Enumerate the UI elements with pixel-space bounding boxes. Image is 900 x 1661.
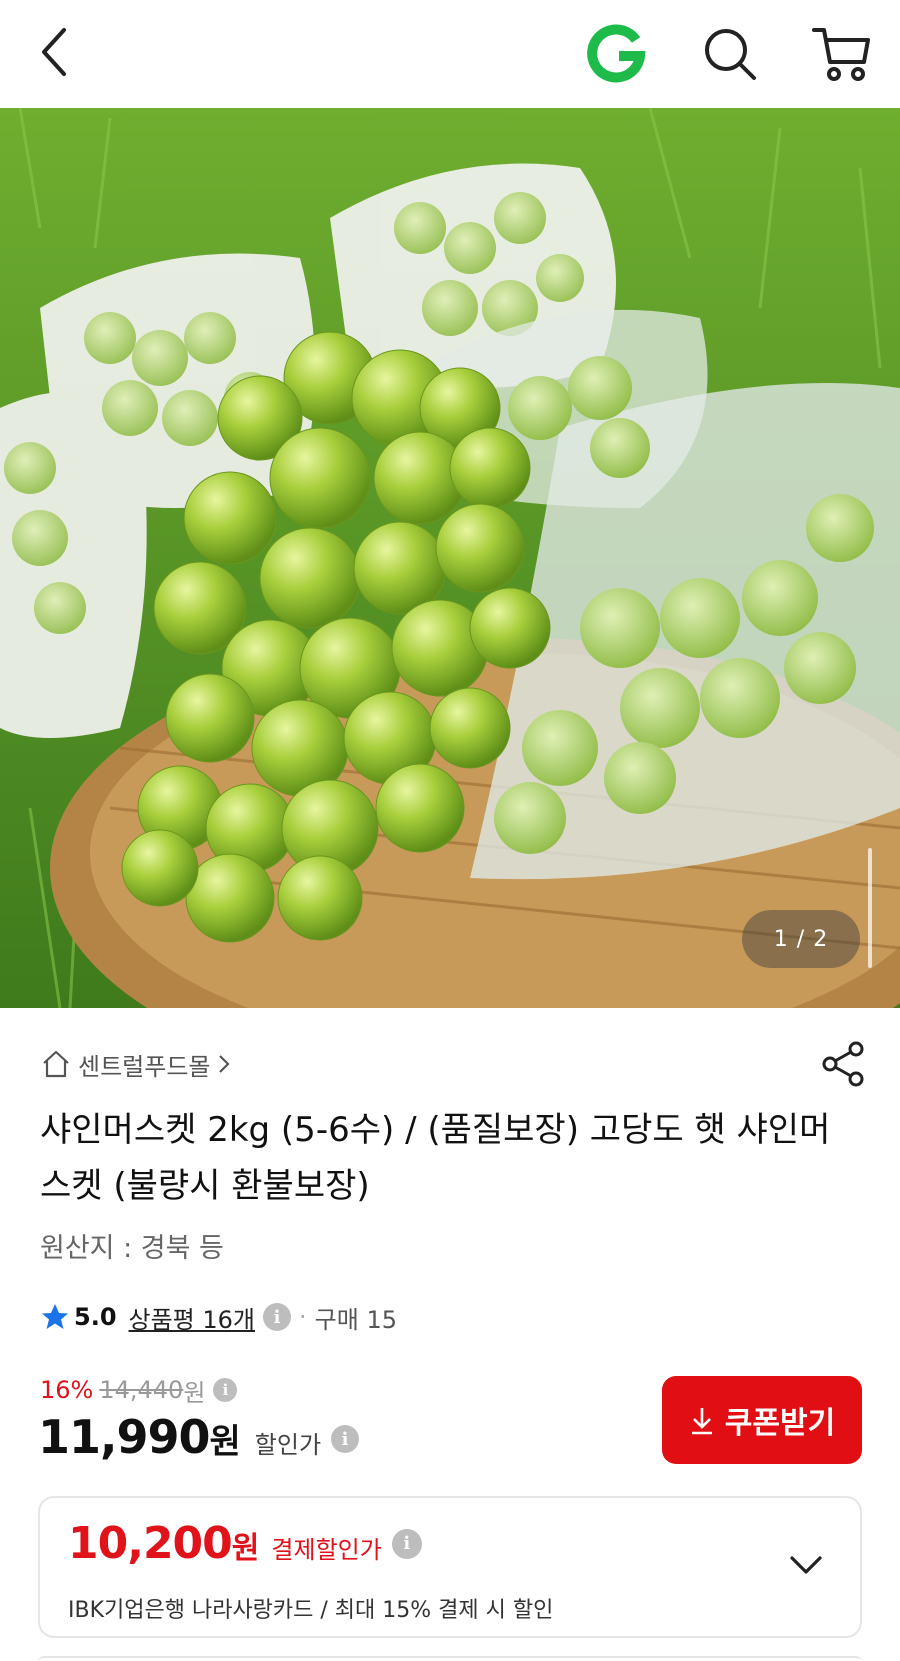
payment-discount-price: 10,200 원 결제할인가 i <box>68 1518 422 1569</box>
sale-price-unit: 원 <box>209 1422 241 1462</box>
discount-percent: 16% <box>40 1376 94 1404</box>
sale-price-label: 할인가 <box>254 1431 322 1459</box>
payment-discount-description: IBK기업은행 나라사랑카드 / 최대 15% 결제 시 할인 <box>68 1598 554 1623</box>
discount-row: 16% 14,440 원 i <box>40 1372 238 1408</box>
chevron-left-icon[interactable] <box>30 22 82 82</box>
cart-icon[interactable] <box>810 22 874 84</box>
chevron-right-icon <box>219 1055 231 1073</box>
info-icon[interactable]: i <box>263 1303 292 1331</box>
original-price-unit: 원 <box>183 1378 206 1407</box>
rating-score: 5.0 <box>74 1303 117 1331</box>
top-bar <box>0 0 900 108</box>
payment-discount-unit: 원 <box>231 1531 260 1566</box>
rating-row: 5.0 상품평 16개 i · 구매 15 <box>40 1297 397 1337</box>
search-icon[interactable] <box>700 24 760 84</box>
coupon-button-label: 쿠폰받기 <box>724 1407 836 1440</box>
store-link[interactable]: 센트럴푸드몰 <box>40 1044 232 1084</box>
payment-discount-box[interactable]: 10,200 원 결제할인가 i IBK기업은행 나라사랑카드 / 최대 15%… <box>38 1496 862 1638</box>
payment-discount-amount: 10,200 <box>68 1518 233 1569</box>
product-origin: 원산지 : 경북 등 <box>40 1233 224 1264</box>
home-icon <box>43 1050 69 1078</box>
product-image-gallery[interactable]: 1 / 2 <box>0 108 900 1008</box>
image-scroll-indicator <box>868 848 872 968</box>
store-name: 센트럴푸드몰 <box>78 1052 211 1081</box>
get-coupon-button[interactable]: 쿠폰받기 <box>662 1376 862 1464</box>
star-icon <box>42 1304 68 1329</box>
reviews-link[interactable]: 상품평 16개 <box>129 1300 256 1335</box>
info-icon[interactable]: i <box>213 1378 238 1402</box>
sale-price: 11,990 <box>38 1410 211 1464</box>
separator-dot: · <box>299 1303 307 1331</box>
chevron-down-icon[interactable] <box>788 1550 824 1580</box>
info-icon[interactable]: i <box>331 1425 360 1453</box>
share-icon[interactable] <box>820 1040 866 1088</box>
info-icon[interactable]: i <box>391 1528 422 1559</box>
product-photo <box>0 108 900 1008</box>
image-counter: 1 / 2 <box>742 910 860 968</box>
next-section-edge <box>38 1656 862 1661</box>
product-title: 샤인머스켓 2kg (5-6수) / (품질보장) 고당도 햇 샤인머스켓 (불… <box>40 1110 831 1206</box>
price-row: 11,990 원 할인가 i <box>38 1410 360 1468</box>
purchase-count: 구매 15 <box>314 1305 397 1334</box>
download-icon <box>691 1408 712 1435</box>
payment-discount-label: 결제할인가 <box>271 1536 382 1564</box>
g-logo-icon[interactable] <box>586 22 648 84</box>
original-price: 14,440 <box>99 1376 184 1404</box>
